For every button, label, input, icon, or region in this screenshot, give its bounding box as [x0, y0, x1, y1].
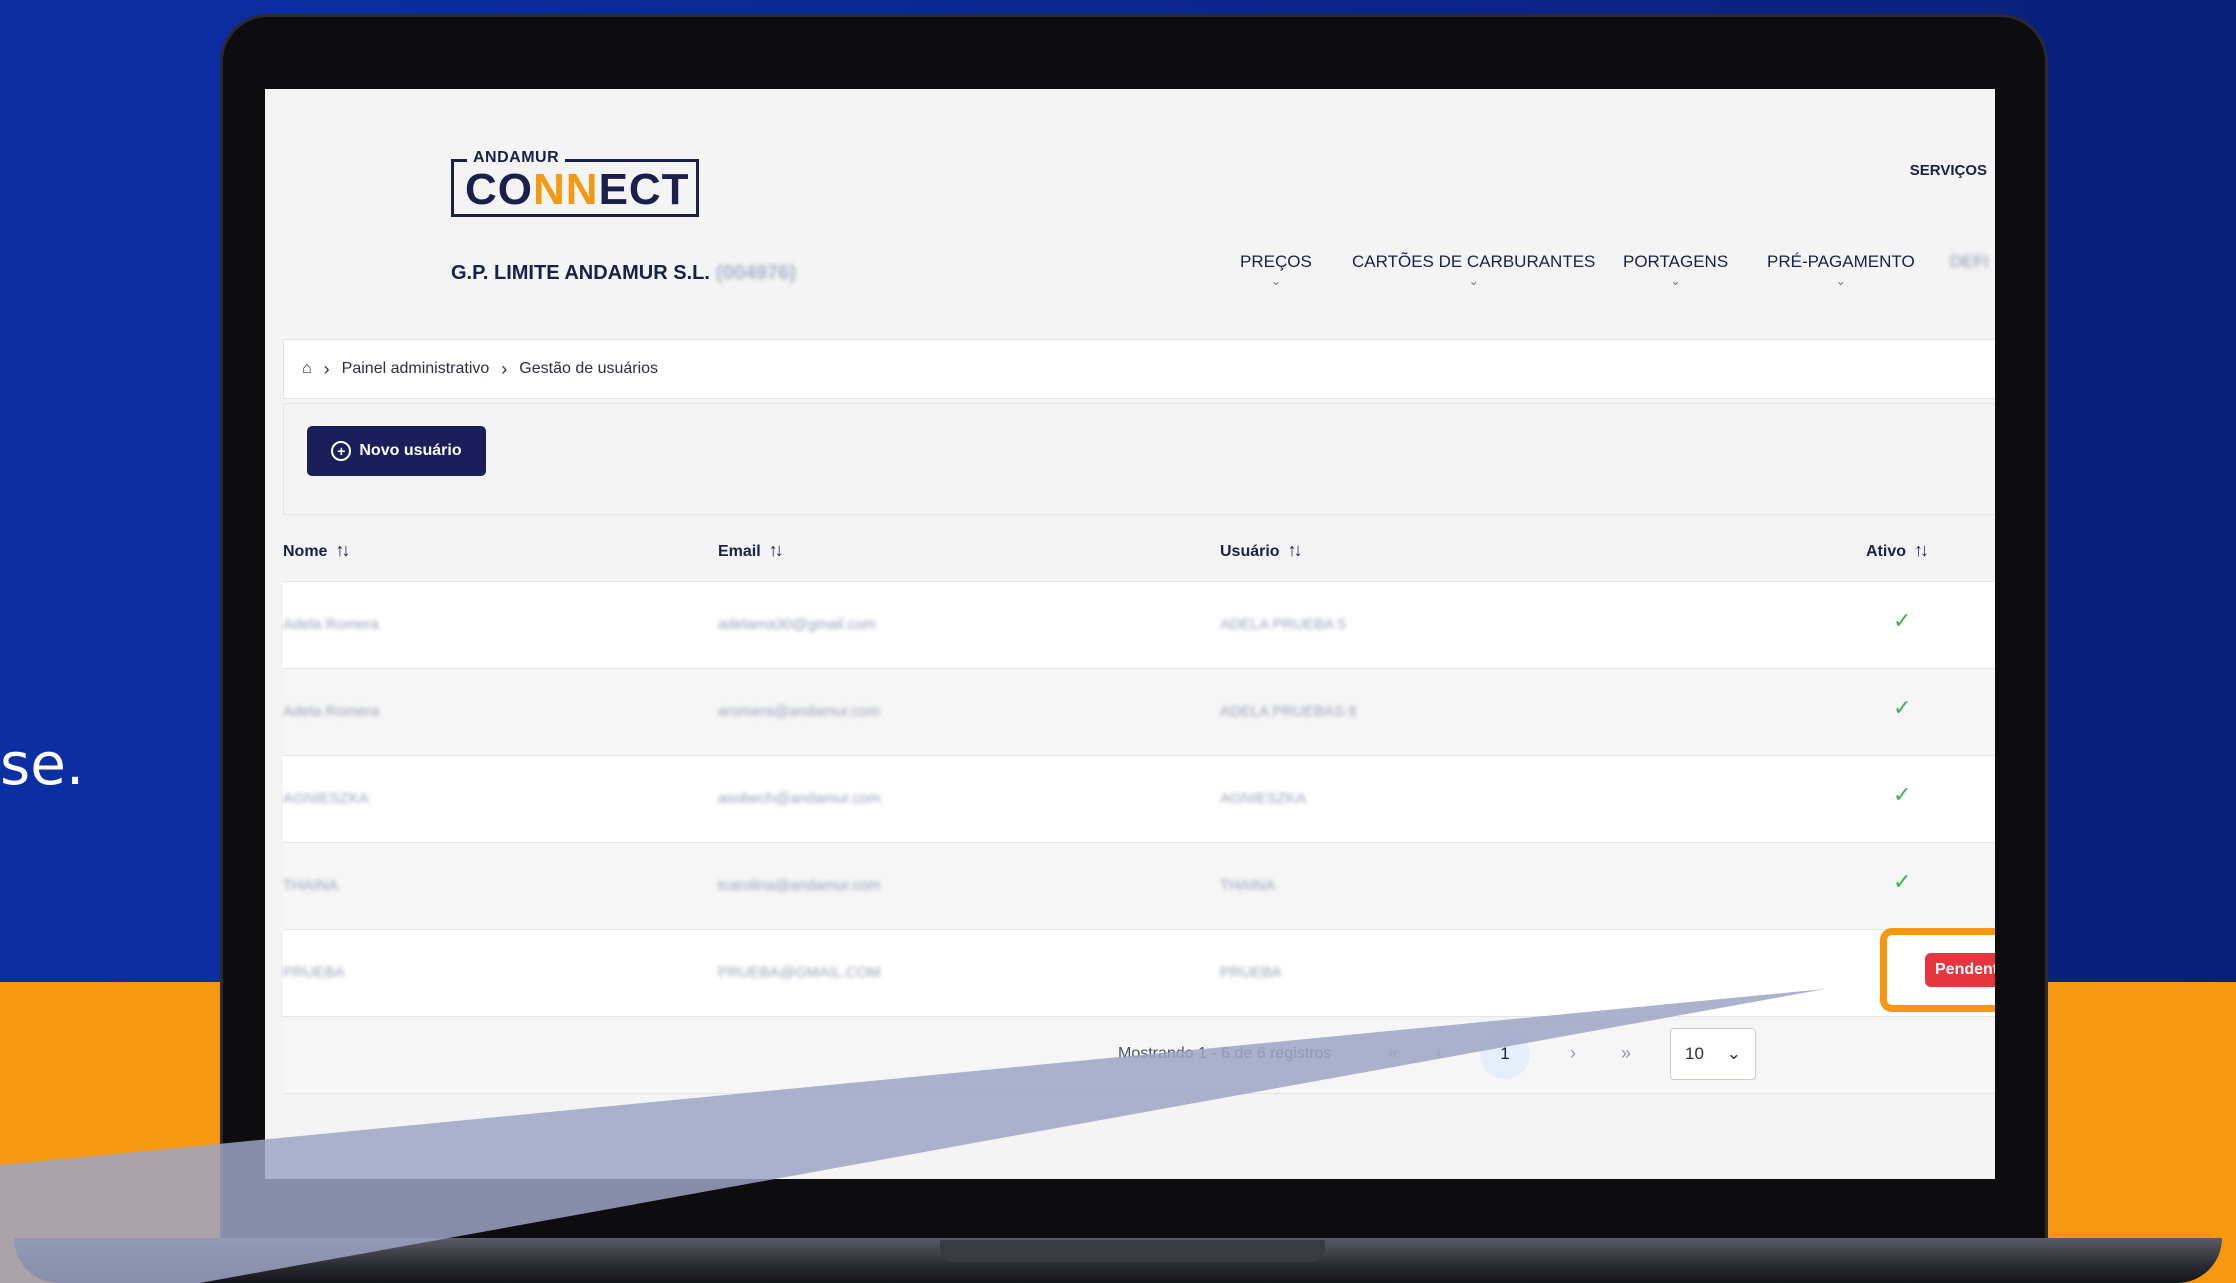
- last-page-icon[interactable]: »: [1621, 1043, 1631, 1064]
- side-text: se.: [0, 730, 85, 798]
- sort-icon: ↑↓: [1287, 539, 1303, 560]
- sort-icon: ↑↓: [1914, 539, 1929, 560]
- nav-cartoes-label: CARTÕES DE CARBURANTES: [1352, 252, 1596, 271]
- nav-servicos[interactable]: SERVIÇOS: [1910, 162, 1987, 179]
- nav-pre-pagamento-label: PRÉ-PAGAMENTO: [1767, 252, 1915, 271]
- table-row[interactable]: PRUEBA PRUEBA@GMAIL.COM PRUEBA Pendente: [283, 928, 1995, 1017]
- home-icon[interactable]: ⌂: [302, 360, 312, 378]
- chevron-down-icon: ⌄: [1670, 274, 1681, 288]
- app-screen: ANDAMUR CONNECT G.P. LIMITE ANDAMUR S.L.…: [265, 89, 1995, 1179]
- breadcrumb-painel[interactable]: Painel administrativo: [342, 360, 490, 378]
- company-name-text: G.P. LIMITE ANDAMUR S.L.: [451, 262, 710, 284]
- pagination-bar: Mostrando 1 - 6 de 6 registros « ‹ 1 › »…: [283, 1021, 1995, 1094]
- per-page-select[interactable]: 10 ⌄: [1670, 1028, 1756, 1080]
- nav-portagens[interactable]: PORTAGENS ⌄: [1623, 252, 1728, 288]
- cell-nome: THAINA: [283, 877, 339, 894]
- next-page-icon[interactable]: ›: [1570, 1043, 1576, 1064]
- cell-nome: PRUEBA: [283, 964, 345, 981]
- nav-cartoes[interactable]: CARTÕES DE CARBURANTES ⌄: [1352, 252, 1595, 288]
- logo-word-c: ECT: [598, 165, 690, 214]
- header-usuario[interactable]: Usuário ↑↓: [1220, 539, 1303, 561]
- cell-usuario: THAINA: [1220, 877, 1276, 894]
- cell-nome: Adela Romera: [283, 616, 379, 633]
- breadcrumb: ⌂ › Painel administrativo › Gestão de us…: [283, 339, 1995, 399]
- sort-icon: ↑↓: [768, 539, 784, 560]
- cell-email: aromera@andamur.com: [718, 703, 880, 720]
- pagination-summary: Mostrando 1 - 6 de 6 registros: [1118, 1045, 1332, 1062]
- nav-precos-label: PREÇOS: [1240, 252, 1312, 271]
- nav-precos[interactable]: PREÇOS ⌄: [1240, 252, 1312, 288]
- users-table: Nome ↑↓ Email ↑↓ Usuário ↑↓ Ativo ↑↓ Adela R…: [283, 519, 1995, 1017]
- check-icon: ✓: [1893, 869, 1912, 894]
- cell-email: PRUEBA@GMAIL.COM: [718, 964, 881, 981]
- cell-usuario: AGNIESZKA: [1220, 790, 1306, 807]
- header-email[interactable]: Email ↑↓: [718, 539, 784, 561]
- table-row[interactable]: THAINA tcarolina@andamur.com THAINA ✓: [283, 843, 1995, 930]
- cell-nome: Adela Romera: [283, 703, 379, 720]
- new-user-button[interactable]: + Novo usuário: [307, 426, 486, 476]
- logo-word-a: CO: [465, 165, 533, 214]
- check-icon: ✓: [1893, 782, 1912, 807]
- breadcrumb-gestao: Gestão de usuários: [519, 360, 659, 377]
- new-user-label: Novo usuário: [359, 442, 462, 459]
- cell-email: adelama30@gmail.com: [718, 616, 876, 633]
- prev-page-icon[interactable]: ‹: [1436, 1043, 1442, 1064]
- chevron-down-icon: ⌄: [1270, 274, 1281, 288]
- check-icon: ✓: [1893, 608, 1912, 633]
- header-ativo-label: Ativo: [1866, 542, 1906, 560]
- cell-usuario: PRUEBA: [1220, 964, 1282, 981]
- nav-pre-pagamento[interactable]: PRÉ-PAGAMENTO ⌄: [1767, 252, 1915, 288]
- chevron-down-icon: ⌄: [1726, 1044, 1741, 1063]
- cell-email: asobech@andamur.com: [718, 790, 881, 807]
- sort-icon: ↑↓: [335, 539, 350, 560]
- logo-word-b: NN: [533, 165, 599, 214]
- table-row[interactable]: Adela Romera adelama30@gmail.com ADELA P…: [283, 582, 1995, 669]
- header-usuario-label: Usuário: [1220, 542, 1280, 560]
- first-page-icon[interactable]: «: [1388, 1043, 1398, 1064]
- toolbar: + Novo usuário: [283, 403, 1995, 515]
- header-ativo[interactable]: Ativo ↑↓: [1866, 539, 1929, 561]
- chevron-down-icon: ⌄: [1835, 274, 1846, 288]
- highlight-frame: Pendente: [1880, 928, 1995, 1012]
- header-nome-label: Nome: [283, 542, 328, 560]
- table-header: Nome ↑↓ Email ↑↓ Usuário ↑↓ Ativo ↑↓: [283, 519, 1995, 582]
- table-row[interactable]: Adela Romera aromera@andamur.com ADELA P…: [283, 669, 1995, 756]
- logo-word: CONNECT: [465, 165, 690, 215]
- check-icon: ✓: [1893, 695, 1912, 720]
- page-1-button[interactable]: 1: [1480, 1029, 1530, 1079]
- andamur-connect-logo[interactable]: ANDAMUR CONNECT: [451, 149, 703, 219]
- company-name: G.P. LIMITE ANDAMUR S.L. (004976): [451, 262, 796, 285]
- nav-truncated[interactable]: DEFI: [1950, 252, 1989, 272]
- cell-usuario: ADELA PRUEBA 5: [1220, 616, 1346, 633]
- header-nome[interactable]: Nome ↑↓: [283, 539, 350, 561]
- chevron-right-icon: ›: [323, 358, 330, 379]
- chevron-right-icon: ›: [501, 358, 508, 379]
- table-row[interactable]: AGNIESZKA asobech@andamur.com AGNIESZKA …: [283, 756, 1995, 843]
- plus-circle-icon: +: [331, 441, 352, 461]
- per-page-value: 10: [1685, 1044, 1704, 1063]
- cell-nome: AGNIESZKA: [283, 790, 369, 807]
- laptop-notch: [940, 1240, 1325, 1262]
- company-id: (004976): [715, 262, 796, 284]
- status-badge-pendente[interactable]: Pendente: [1925, 953, 1995, 987]
- cell-usuario: ADELA PRUEBAS 6: [1220, 703, 1357, 720]
- cell-email: tcarolina@andamur.com: [718, 877, 881, 894]
- nav-portagens-label: PORTAGENS: [1623, 252, 1729, 271]
- header-email-label: Email: [718, 542, 761, 560]
- chevron-down-icon: ⌄: [1468, 274, 1479, 288]
